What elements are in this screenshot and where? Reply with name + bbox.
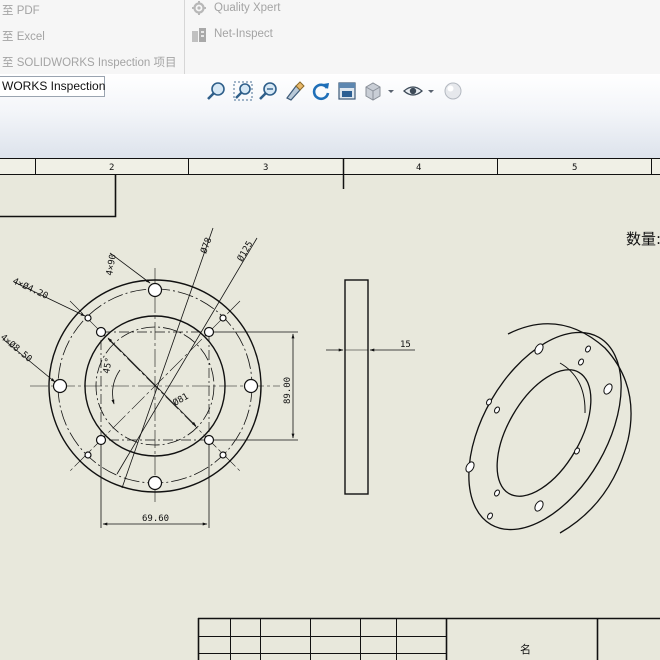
drawing-canvas[interactable]: 2 3 4 5 数量: 4×Ø4.20 4×Ø8.50 4×90 Ø78 Ø12… <box>0 158 660 660</box>
chevron-down-icon[interactable] <box>386 80 396 102</box>
zoom-to-fit-icon[interactable] <box>206 80 228 102</box>
net-inspect-label: Net-Inspect <box>214 28 273 40</box>
export-inspection-prefix: 至 <box>2 57 14 69</box>
isometric-view <box>468 323 632 534</box>
export-excel-item[interactable]: 至 Excel <box>2 28 45 44</box>
dim-outer-diameter: Ø125 <box>235 239 255 263</box>
isometric-holes <box>465 343 613 520</box>
zone-label: 2 <box>109 163 114 173</box>
dim-bolt-circle: Ø78 <box>198 236 214 255</box>
zone-label: 5 <box>572 163 577 173</box>
tab-label: WORKS Inspection <box>2 79 106 93</box>
notes-box <box>0 174 117 218</box>
dim-angle: 45° <box>102 357 115 375</box>
export-inspection-label: SOLIDWORKS Inspection 项目 <box>16 57 177 69</box>
dim-inner-diameter: Ø81 <box>171 391 191 409</box>
building-icon <box>192 28 206 42</box>
dim-hole-small: 4×Ø4.20 <box>11 276 50 302</box>
zone-label: 3 <box>263 163 268 173</box>
zone-label: 4 <box>416 163 421 173</box>
export-pdf-label: PDF <box>16 5 40 17</box>
side-view <box>326 279 415 495</box>
export-excel-label: Excel <box>16 31 45 43</box>
title-block-name-label: 名 <box>520 642 531 656</box>
gear-icon <box>192 1 206 15</box>
dim-width: 69.60 <box>142 514 169 524</box>
zoom-to-area-icon[interactable] <box>232 80 254 102</box>
tab-solidworks-inspection[interactable]: WORKS Inspection <box>0 76 105 97</box>
quality-xpert-label: Quality Xpert <box>214 2 281 14</box>
net-inspect-item[interactable]: Net-Inspect <box>214 28 273 40</box>
appearance-icon[interactable] <box>442 80 464 102</box>
drawing-sheet[interactable]: 2 3 4 5 数量: 4×Ø4.20 4×Ø8.50 4×90 Ø78 Ø12… <box>0 158 660 660</box>
chevron-down-icon[interactable] <box>426 80 436 102</box>
dim-thickness: 15 <box>400 340 411 350</box>
dim-height: 89.00 <box>283 377 293 404</box>
ribbon-panel: 至 PDF 至 Excel 至 SOLIDWORKS Inspection 项目… <box>0 0 660 74</box>
dim-hole-large: 4×Ø8.50 <box>0 332 34 365</box>
zoom-in-out-icon[interactable] <box>258 80 280 102</box>
quantity-label: 数量: <box>626 230 660 248</box>
quality-xpert-item[interactable]: Quality Xpert <box>214 2 280 14</box>
zone-border <box>0 158 660 189</box>
ribbon-divider <box>184 0 185 74</box>
export-pdf-prefix: 至 <box>2 5 14 17</box>
dim-angle-top: 4×90 <box>105 253 119 276</box>
hide-show-icon[interactable] <box>402 80 424 102</box>
export-pdf-item[interactable]: 至 PDF <box>2 2 40 18</box>
display-style-icon[interactable] <box>362 80 384 102</box>
export-excel-prefix: 至 <box>2 31 14 43</box>
title-block <box>197 617 660 660</box>
rotate-icon[interactable] <box>310 80 332 102</box>
view-orientation-icon[interactable] <box>336 80 358 102</box>
pan-icon[interactable] <box>284 80 306 102</box>
export-inspection-project-item[interactable]: 至 SOLIDWORKS Inspection 项目 <box>2 54 176 70</box>
